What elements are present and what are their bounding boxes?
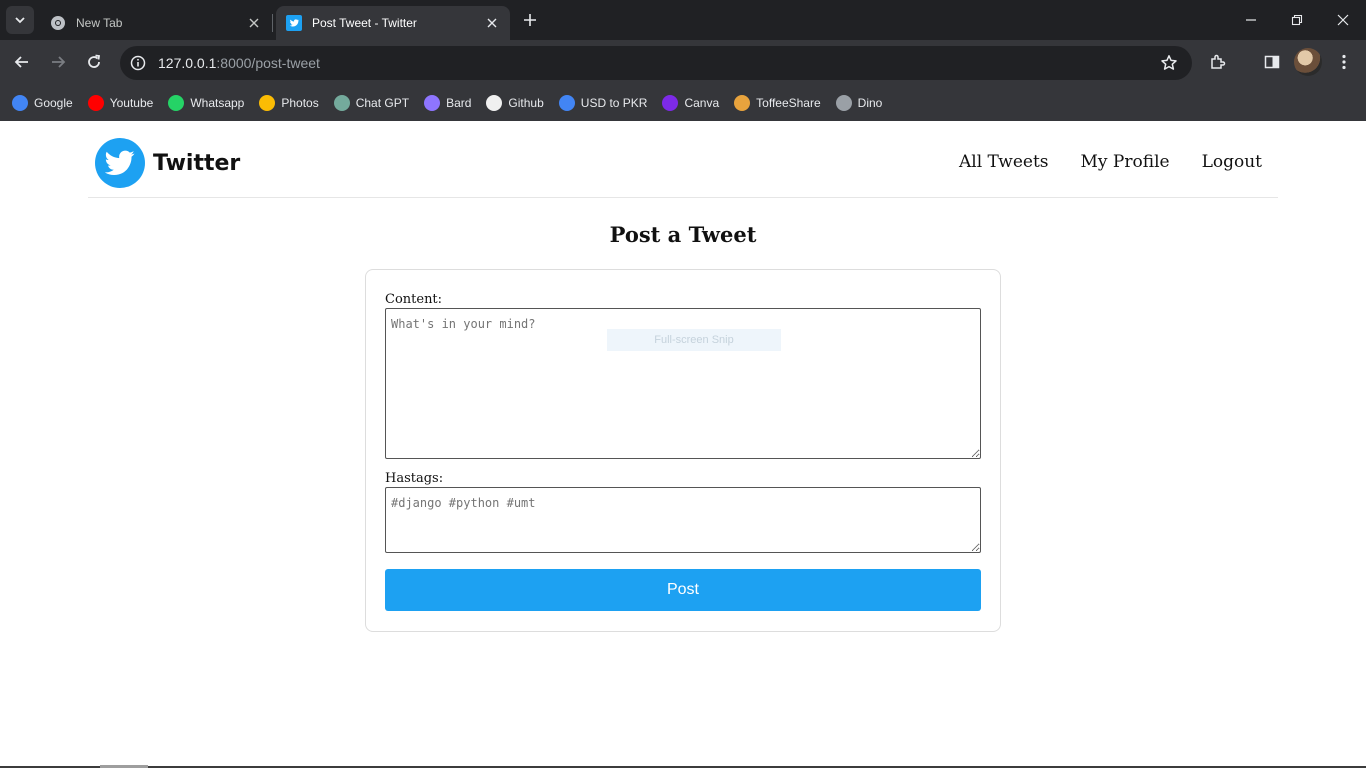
twitter-bird-icon xyxy=(286,15,302,31)
bookmark-label: Canva xyxy=(684,95,720,110)
github-icon xyxy=(486,94,503,111)
arrow-right-icon xyxy=(52,56,66,68)
browser-tabstrip: New Tab Post Tweet - Twitter xyxy=(0,0,1366,40)
url-path: :8000/post-tweet xyxy=(216,55,320,71)
nav-my-profile[interactable]: My Profile xyxy=(1081,152,1170,172)
arrow-left-icon xyxy=(14,56,28,68)
bookmark-label: ToffeeShare xyxy=(756,95,821,110)
close-icon[interactable] xyxy=(484,15,500,31)
bookmark-label: Youtube xyxy=(109,95,154,110)
dino-icon xyxy=(835,94,852,111)
bookmark-label: USD to PKR xyxy=(580,95,648,110)
whatsapp-icon xyxy=(168,94,185,111)
bookmark-label: Bard xyxy=(446,95,472,110)
extensions-icon[interactable] xyxy=(1206,50,1230,74)
chrome-icon xyxy=(50,15,66,31)
close-icon xyxy=(1337,14,1349,26)
profile-avatar[interactable] xyxy=(1294,48,1322,76)
bookmark-github[interactable]: Github xyxy=(482,90,547,116)
minimize-icon xyxy=(1246,19,1256,21)
bookmark-label: Dino xyxy=(857,95,883,110)
photos-icon xyxy=(259,94,276,111)
nav-all-tweets[interactable]: All Tweets xyxy=(959,152,1049,172)
info-icon[interactable] xyxy=(130,55,146,71)
reload-icon xyxy=(88,54,101,68)
new-tab-button[interactable] xyxy=(516,6,544,34)
nav-logout[interactable]: Logout xyxy=(1202,152,1262,172)
hashtags-label: Hastags: xyxy=(385,471,444,486)
bookmark-label: Google xyxy=(34,95,73,110)
browser-toolbar: 127.0.0.1:8000/post-tweet xyxy=(0,40,1366,84)
toffeeshare-icon xyxy=(734,94,751,111)
page-body: Twitter All Tweets My Profile Logout Pos… xyxy=(0,121,1366,768)
bookmark-usd-to-pkr[interactable]: USD to PKR xyxy=(555,90,652,116)
bookmark-star-icon[interactable] xyxy=(1160,54,1178,72)
url-text: 127.0.0.1:8000/post-tweet xyxy=(158,55,320,71)
canva-icon xyxy=(662,94,679,111)
google-icon xyxy=(12,94,28,111)
bookmark-bard[interactable]: Bard xyxy=(420,90,475,116)
bookmark-youtube[interactable]: Youtube xyxy=(84,90,158,116)
bookmarks-bar: Google Youtube Whatsapp Photos Chat GPT Bard G… xyxy=(0,84,1366,121)
close-icon[interactable] xyxy=(246,15,262,31)
page-title: Post a Tweet xyxy=(609,222,757,247)
youtube-icon xyxy=(87,94,104,111)
tab-post-tweet[interactable]: Post Tweet - Twitter xyxy=(276,6,510,40)
bookmark-label: Github xyxy=(508,95,544,110)
bookmark-chat-gpt[interactable]: Chat GPT xyxy=(330,90,413,116)
twitter-bird-icon xyxy=(95,138,145,188)
tab-title: Post Tweet - Twitter xyxy=(312,16,417,30)
bookmark-canva[interactable]: Canva xyxy=(658,90,723,116)
main-nav: All Tweets My Profile Logout xyxy=(927,152,1262,172)
site-header: Twitter All Tweets My Profile Logout xyxy=(88,121,1278,198)
bookmark-photos[interactable]: Photos xyxy=(255,90,322,116)
bookmark-label: Chat GPT xyxy=(355,95,410,110)
menu-dots-icon[interactable] xyxy=(1332,50,1356,74)
bookmark-label: Whatsapp xyxy=(190,95,245,110)
google-icon xyxy=(558,94,575,111)
content-label: Content: xyxy=(385,292,443,307)
tab-new-tab[interactable]: New Tab xyxy=(40,6,273,40)
forward-button[interactable] xyxy=(44,48,72,76)
bard-icon xyxy=(424,94,441,111)
brand-name: Twitter xyxy=(153,150,241,176)
side-panel-icon[interactable] xyxy=(1260,50,1284,74)
reload-button[interactable] xyxy=(80,48,108,76)
restore-button[interactable] xyxy=(1274,0,1320,40)
tab-title: New Tab xyxy=(76,16,123,30)
post-button[interactable]: Post xyxy=(385,569,981,611)
plus-icon xyxy=(524,14,536,26)
tab-search-button[interactable] xyxy=(6,6,34,34)
restore-icon xyxy=(1291,14,1303,26)
hashtags-textarea[interactable] xyxy=(385,487,981,553)
chatgpt-icon xyxy=(333,94,350,111)
bookmark-google[interactable]: Google xyxy=(8,90,77,116)
bookmark-label: Photos xyxy=(281,95,319,110)
close-window-button[interactable] xyxy=(1320,0,1366,40)
chevron-down-icon xyxy=(15,17,25,24)
post-tweet-form: Content: Full-screen Snip Hastags: Post xyxy=(365,269,1001,632)
snip-overlay: Full-screen Snip xyxy=(607,329,781,351)
url-host: 127.0.0.1 xyxy=(158,55,217,71)
bookmark-whatsapp[interactable]: Whatsapp xyxy=(164,90,248,116)
brand[interactable]: Twitter xyxy=(95,138,240,188)
bookmark-toffeeshare[interactable]: ToffeeShare xyxy=(730,90,825,116)
back-button[interactable] xyxy=(8,48,36,76)
address-bar[interactable]: 127.0.0.1:8000/post-tweet xyxy=(120,46,1192,80)
minimize-button[interactable] xyxy=(1228,0,1274,40)
bookmark-dino[interactable]: Dino xyxy=(832,90,887,116)
